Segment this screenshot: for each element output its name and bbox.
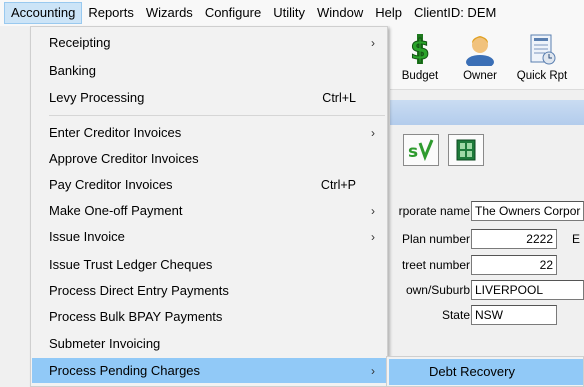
menu-item-shortcut: Ctrl+P (320, 177, 356, 192)
menu-item-shortcut: Ctrl+L (322, 90, 356, 105)
toolbar: $ Budget Owner Quick Rpt (390, 26, 584, 90)
menu-help[interactable]: Help (369, 2, 408, 24)
cut-off-label: E (572, 232, 581, 246)
quick-rpt-button[interactable]: Quick Rpt (514, 30, 570, 88)
menu-utility[interactable]: Utility (267, 2, 311, 24)
street-number-label: treet number (401, 258, 470, 272)
menu-accounting[interactable]: Accounting (4, 2, 83, 24)
street-number-field[interactable]: 22 (471, 255, 557, 275)
menu-window[interactable]: Window (311, 2, 369, 24)
menu-reports[interactable]: Reports (82, 2, 140, 24)
town-suburb-label: own/Suburb (405, 283, 470, 297)
report-icon (530, 34, 556, 65)
person-icon (466, 36, 494, 66)
grid-button[interactable] (448, 134, 484, 166)
town-suburb-field[interactable]: LIVERPOOL (471, 280, 584, 300)
menu-configure[interactable]: Configure (199, 2, 267, 24)
quick-rpt-label: Quick Rpt (516, 70, 568, 82)
menu-item-label: Enter Creditor Invoices (49, 125, 182, 140)
menu-item-label: Receipting (49, 35, 111, 50)
menu-item-label: Process Pending Charges (49, 363, 201, 378)
sv-icon: s (408, 139, 434, 162)
menu-separator (49, 115, 385, 116)
chevron-right-icon: › (371, 363, 375, 378)
grid-icon (456, 139, 476, 161)
pending-charges-submenu: Debt Recovery (386, 356, 584, 387)
menu-item-process-bulk-bpay-payments[interactable]: Process Bulk BPAY Payments (32, 304, 386, 329)
budget-label: Budget (401, 70, 439, 82)
accounting-dropdown-menu: Receipting › Banking Levy Processing Ctr… (30, 26, 388, 387)
menu-bar: Accounting Reports Wizards Configure Uti… (0, 0, 584, 26)
chevron-right-icon: › (371, 203, 375, 218)
menu-item-label: Issue Trust Ledger Cheques (49, 257, 213, 272)
budget-button[interactable]: $ Budget (392, 30, 448, 88)
client-id-label: ClientID: DEM (413, 5, 497, 20)
svg-text:s: s (408, 142, 418, 162)
chevron-right-icon: › (371, 35, 375, 50)
menu-item-label: Submeter Invoicing (49, 336, 161, 351)
owner-button[interactable]: Owner (452, 30, 508, 88)
state-field[interactable]: NSW (471, 305, 557, 325)
menu-item-enter-creditor-invoices[interactable]: Enter Creditor Invoices › (32, 120, 386, 145)
menu-item-make-one-off-payment[interactable]: Make One-off Payment › (32, 198, 386, 223)
chevron-right-icon: › (371, 125, 375, 140)
menu-wizards[interactable]: Wizards (140, 2, 199, 24)
dollar-icon: $ (410, 33, 430, 67)
menu-item-approve-creditor-invoices[interactable]: Approve Creditor Invoices (32, 146, 386, 171)
menu-item-receipting[interactable]: Receipting › (32, 30, 386, 55)
svg-text:$: $ (410, 33, 429, 66)
chevron-right-icon: › (371, 229, 375, 244)
menu-item-label: Issue Invoice (49, 229, 125, 244)
menu-item-label: Pay Creditor Invoices (49, 177, 173, 192)
menu-item-label: Approve Creditor Invoices (49, 151, 199, 166)
child-window-title-bar (390, 100, 584, 125)
menu-item-label: Make One-off Payment (49, 203, 183, 218)
menu-item-process-pending-charges[interactable]: Process Pending Charges › (32, 358, 386, 383)
menu-item-label: Levy Processing (49, 90, 145, 105)
menu-item-label: Banking (49, 63, 96, 78)
menu-item-label: Process Direct Entry Payments (49, 283, 229, 298)
plan-number-field[interactable]: 2222 (471, 229, 557, 249)
menu-item-issue-trust-ledger-cheques[interactable]: Issue Trust Ledger Cheques (32, 252, 386, 277)
owner-label: Owner (463, 70, 497, 82)
menu-item-submeter-invoicing[interactable]: Submeter Invoicing (32, 331, 386, 356)
menu-item-pay-creditor-invoices[interactable]: Pay Creditor Invoices Ctrl+P (32, 172, 386, 197)
sv-button[interactable]: s (403, 134, 439, 166)
plan-number-label: Plan number (401, 232, 470, 246)
submenu-item-debt-recovery[interactable]: Debt Recovery (389, 359, 583, 385)
menu-item-label: Process Bulk BPAY Payments (49, 309, 223, 324)
menu-item-banking[interactable]: Banking (32, 58, 386, 83)
state-label: State (441, 308, 470, 322)
menu-item-process-direct-entry-payments[interactable]: Process Direct Entry Payments (32, 278, 386, 303)
menu-item-levy-processing[interactable]: Levy Processing Ctrl+L (32, 85, 386, 110)
menu-item-issue-invoice[interactable]: Issue Invoice › (32, 224, 386, 249)
corporate-name-label: rporate name (398, 204, 470, 218)
corporate-name-field[interactable]: The Owners Corpor (471, 201, 584, 221)
